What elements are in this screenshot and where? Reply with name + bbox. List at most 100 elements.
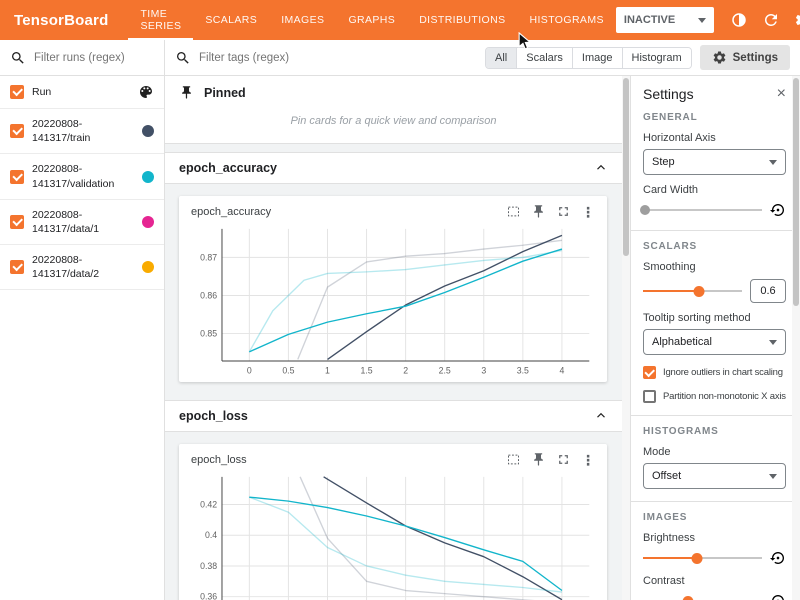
header-actions: INACTIVE: [616, 5, 800, 35]
images-heading: IMAGES: [643, 512, 786, 523]
fullscreen-icon[interactable]: [556, 204, 571, 219]
run-checkbox-data-2[interactable]: [10, 260, 24, 274]
section-epoch-loss[interactable]: epoch_loss: [165, 400, 622, 432]
divider: [631, 415, 800, 416]
epoch-accuracy-chart[interactable]: 00.511.522.533.540.850.860.87: [187, 223, 599, 378]
filter-chip-histogram[interactable]: Histogram: [623, 48, 691, 68]
filter-runs-input[interactable]: [34, 52, 154, 64]
more-options-icon[interactable]: ⋮: [581, 205, 595, 219]
filter-chip-image[interactable]: Image: [573, 48, 623, 68]
settings-panel-header: Settings ×: [643, 86, 786, 102]
filter-chip-scalars[interactable]: Scalars: [517, 48, 573, 68]
partition-x-axis-checkbox[interactable]: [643, 390, 656, 403]
svg-text:4: 4: [559, 366, 564, 376]
tab-distributions[interactable]: DISTRIBUTIONS: [407, 0, 517, 40]
run-label: 20220808-141317/validation: [32, 162, 134, 190]
smoothing-value-input[interactable]: [750, 279, 786, 303]
section-title: epoch_loss: [179, 409, 248, 423]
fullscreen-icon[interactable]: [556, 452, 571, 467]
horizontal-axis-select[interactable]: Step: [643, 149, 786, 175]
scrollbar-thumb[interactable]: [793, 78, 799, 306]
brightness-slider[interactable]: [643, 551, 762, 565]
svg-text:0.38: 0.38: [200, 561, 217, 571]
chevron-down-icon: [698, 18, 706, 23]
tensorboard-app: TensorBoard TIME SERIES SCALARS IMAGES G…: [0, 0, 800, 600]
run-row-validation: 20220808-141317/validation: [0, 154, 164, 199]
tags-filter-field: [175, 50, 477, 66]
close-icon[interactable]: ×: [777, 86, 786, 102]
ignore-outliers-label: Ignore outliers in chart scaling: [663, 367, 783, 378]
run-checkbox-data-1[interactable]: [10, 215, 24, 229]
slider-fill: [643, 557, 697, 559]
settings-button[interactable]: Settings: [700, 45, 790, 70]
tag-type-filter-group: All Scalars Image Histogram: [485, 47, 692, 69]
content-area: Run 20220808-141317/train 20220808-14131…: [0, 40, 800, 600]
main-nav: TIME SERIES SCALARS IMAGES GRAPHS DISTRI…: [128, 0, 615, 40]
pin-card-icon[interactable]: [531, 204, 546, 219]
reset-icon[interactable]: [770, 202, 786, 218]
section-title: epoch_accuracy: [179, 161, 277, 175]
reset-icon[interactable]: [770, 593, 786, 600]
palette-icon[interactable]: [138, 84, 154, 100]
tab-scalars[interactable]: SCALARS: [193, 0, 269, 40]
settings-button-label: Settings: [733, 52, 778, 64]
run-checkbox-train[interactable]: [10, 124, 24, 138]
svg-text:1: 1: [325, 366, 330, 376]
pin-icon: [179, 85, 194, 100]
fit-domain-icon[interactable]: [506, 452, 521, 467]
epoch-loss-chart[interactable]: 00.511.522.533.540.360.380.40.42: [187, 471, 599, 600]
filter-tags-input[interactable]: [199, 52, 477, 64]
svg-text:2.5: 2.5: [439, 366, 451, 376]
tab-graphs[interactable]: GRAPHS: [336, 0, 407, 40]
mode-label: Mode: [643, 446, 786, 458]
tooltip-sorting-value: Alphabetical: [652, 336, 712, 348]
tags-toolbar: All Scalars Image Histogram Settings: [165, 40, 800, 76]
more-options-icon[interactable]: ⋮: [581, 453, 595, 467]
gear-icon[interactable]: [788, 5, 800, 35]
run-color-dot: [142, 171, 154, 183]
pinned-section: Pinned Pin cards for a quick view and co…: [165, 76, 622, 144]
search-icon: [175, 50, 191, 66]
reset-icon[interactable]: [770, 550, 786, 566]
theme-toggle-icon[interactable]: [724, 5, 754, 35]
pinned-title: Pinned: [204, 86, 246, 100]
reload-status-dropdown[interactable]: INACTIVE: [616, 7, 714, 33]
tab-time-series[interactable]: TIME SERIES: [128, 0, 193, 40]
svg-text:0.85: 0.85: [200, 328, 217, 338]
tab-images[interactable]: IMAGES: [269, 0, 336, 40]
contrast-slider[interactable]: [643, 594, 762, 600]
refresh-icon[interactable]: [756, 5, 786, 35]
run-color-dot: [142, 216, 154, 228]
scalars-heading: SCALARS: [643, 241, 786, 252]
select-all-runs-checkbox[interactable]: [10, 85, 24, 99]
fit-domain-icon[interactable]: [506, 204, 521, 219]
slider-thumb[interactable]: [640, 205, 650, 215]
smoothing-slider[interactable]: [643, 284, 742, 298]
reload-status-value: INACTIVE: [624, 14, 675, 26]
cards-panel: Pinned Pin cards for a quick view and co…: [165, 76, 630, 600]
card-zone: epoch_accuracy ⋮ 00.511.522.533.540.850.…: [165, 184, 622, 392]
chevron-up-icon[interactable]: [594, 409, 608, 423]
cards-scroll-area: Pinned Pin cards for a quick view and co…: [165, 76, 622, 600]
settings-panel-title: Settings: [643, 86, 694, 102]
tooltip-sorting-select[interactable]: Alphabetical: [643, 329, 786, 355]
settings-scrollbar[interactable]: [792, 76, 800, 600]
filter-chip-all[interactable]: All: [486, 48, 517, 68]
run-checkbox-validation[interactable]: [10, 170, 24, 184]
tab-histograms[interactable]: HISTOGRAMS: [517, 0, 615, 40]
slider-thumb[interactable]: [691, 553, 702, 564]
run-row-train: 20220808-141317/train: [0, 109, 164, 154]
ignore-outliers-checkbox[interactable]: [643, 366, 656, 379]
scrollbar-thumb[interactable]: [623, 78, 629, 256]
section-epoch-accuracy[interactable]: epoch_accuracy: [165, 152, 622, 184]
main-scrollbar[interactable]: [622, 76, 630, 600]
slider-thumb[interactable]: [694, 286, 705, 297]
svg-text:3: 3: [481, 366, 486, 376]
slider-track[interactable]: [643, 209, 762, 211]
chevron-up-icon[interactable]: [594, 161, 608, 175]
card-width-slider[interactable]: [643, 203, 762, 217]
histogram-mode-select[interactable]: Offset: [643, 463, 786, 489]
slider-thumb[interactable]: [683, 596, 694, 600]
card-width-row: [643, 202, 786, 218]
pin-card-icon[interactable]: [531, 452, 546, 467]
